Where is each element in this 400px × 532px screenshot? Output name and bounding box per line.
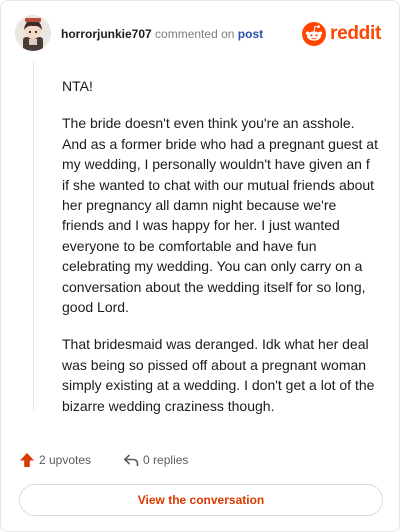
comment-paragraph: NTA!	[62, 78, 93, 94]
action-text: commented on	[155, 27, 235, 41]
reply-arrow-icon	[124, 454, 139, 466]
reply-count: 0 replies	[143, 453, 189, 467]
upvote-count: 2 upvotes	[39, 453, 92, 467]
reddit-wordmark: reddit	[330, 23, 381, 44]
comment-paragraph: The bride doesn't even think you're an a…	[62, 115, 378, 316]
comment-paragraph: That bridesmaid was deranged. Idk what h…	[62, 336, 375, 414]
user-avatar[interactable]	[15, 15, 51, 51]
upvote-button[interactable]: 2 upvotes	[19, 452, 91, 468]
reply-button[interactable]: 0 replies	[123, 452, 188, 468]
thread-line	[33, 61, 34, 411]
avatar-illustration-icon	[15, 15, 51, 51]
comment-card: horrorjunkie707 commented on post reddit…	[0, 0, 400, 532]
view-conversation-button[interactable]: View the conversation	[19, 484, 383, 516]
comment-footer: 2 upvotes 0 replies	[19, 449, 188, 471]
username-link[interactable]: horrorjunkie707	[61, 27, 152, 41]
reddit-snoo-icon	[302, 22, 327, 46]
comment-byline: horrorjunkie707 commented on post	[61, 27, 263, 41]
comment-body: NTA! The bride doesn't even think you're…	[62, 76, 380, 433]
upvote-arrow-icon	[20, 453, 34, 467]
reddit-logo[interactable]: reddit	[302, 21, 381, 47]
post-link[interactable]: post	[238, 27, 263, 41]
comment-header: horrorjunkie707 commented on post reddit	[15, 15, 385, 55]
